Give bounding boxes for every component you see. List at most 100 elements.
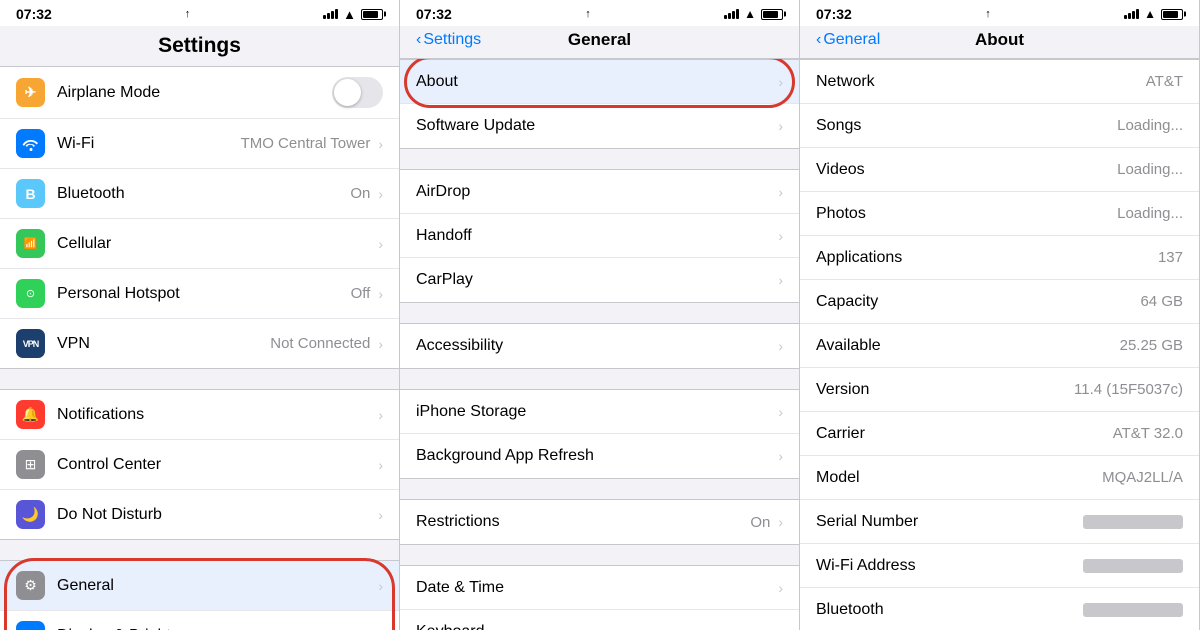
about-row-available: Available 25.25 GB <box>800 324 1199 368</box>
songs-label: Songs <box>816 117 861 135</box>
airdrop-chevron: › <box>778 184 783 200</box>
applications-value: 137 <box>1158 249 1183 266</box>
photos-value: Loading... <box>1117 205 1183 222</box>
general-row-accessibility[interactable]: Accessibility › <box>400 324 799 368</box>
about-row-carrier: Carrier AT&T 32.0 <box>800 412 1199 456</box>
status-icons-1: ▲ <box>323 7 383 22</box>
about-row-photos: Photos Loading... <box>800 192 1199 236</box>
cellular-chevron: › <box>378 236 383 252</box>
settings-row-cellular[interactable]: 📶 Cellular › <box>0 219 399 269</box>
notifications-icon: 🔔 <box>16 400 45 429</box>
settings-row-vpn[interactable]: VPN VPN Not Connected › <box>0 319 399 368</box>
status-bar-3: 07:32 ↑ ▲ <box>800 0 1199 26</box>
wifi-address-label: Wi-Fi Address <box>816 557 916 575</box>
general-content: General <box>57 577 378 595</box>
wifi-icon-1: ▲ <box>343 7 356 22</box>
notifications-right: › <box>378 407 383 423</box>
general-page-title: General <box>568 30 631 50</box>
status-bar-1: 07:32 ↑ ▲ <box>0 0 399 26</box>
version-value: 11.4 (15F5037c) <box>1074 381 1183 398</box>
keyboard-label: Keyboard <box>416 623 778 630</box>
settings-row-control-center[interactable]: ⊞ Control Center › <box>0 440 399 490</box>
bluetooth-value: On <box>350 185 370 202</box>
settings-row-wifi[interactable]: Wi-Fi TMO Central Tower › <box>0 119 399 169</box>
dnd-label: Do Not Disturb <box>57 506 378 524</box>
handoff-label: Handoff <box>416 227 778 245</box>
settings-row-hotspot[interactable]: ⊙ Personal Hotspot Off › <box>0 269 399 319</box>
dnd-chevron: › <box>378 507 383 523</box>
general-row-iphone-storage[interactable]: iPhone Storage › <box>400 390 799 434</box>
general-row-keyboard[interactable]: Keyboard › <box>400 610 799 630</box>
about-row-version: Version 11.4 (15F5037c) <box>800 368 1199 412</box>
general-row-restrictions[interactable]: Restrictions On › <box>400 500 799 544</box>
general-chevron: › <box>378 578 383 594</box>
general-row-about[interactable]: About › <box>400 60 799 104</box>
general-row-carplay[interactable]: CarPlay › <box>400 258 799 302</box>
settings-list[interactable]: ✈ Airplane Mode Wi-Fi TMO Central Tower <box>0 66 399 630</box>
signal-icon-1 <box>323 9 338 19</box>
settings-row-airplane[interactable]: ✈ Airplane Mode <box>0 67 399 119</box>
wifi-value: TMO Central Tower <box>241 135 371 152</box>
back-to-general[interactable]: ‹ General <box>816 31 880 49</box>
handoff-chevron: › <box>778 228 783 244</box>
capacity-label: Capacity <box>816 293 878 311</box>
hotspot-chevron: › <box>378 286 383 302</box>
hotspot-content: Personal Hotspot <box>57 285 351 303</box>
background-refresh-chevron: › <box>778 448 783 464</box>
about-row-capacity: Capacity 64 GB <box>800 280 1199 324</box>
airdrop-label: AirDrop <box>416 183 778 201</box>
back-to-settings[interactable]: ‹ Settings <box>416 31 481 49</box>
settings-group-network: ✈ Airplane Mode Wi-Fi TMO Central Tower <box>0 66 399 369</box>
general-row-date-time[interactable]: Date & Time › <box>400 566 799 610</box>
bluetooth-redacted <box>1083 603 1183 617</box>
settings-row-notifications[interactable]: 🔔 Notifications › <box>0 390 399 440</box>
wifi-icon-2: ▲ <box>744 7 756 21</box>
back-chevron-icon-2: ‹ <box>816 31 821 49</box>
vpn-right: Not Connected › <box>270 335 383 352</box>
general-row-software-update[interactable]: Software Update › <box>400 104 799 148</box>
general-right: › <box>378 578 383 594</box>
bluetooth-icon: B <box>16 179 45 208</box>
general-row-airdrop[interactable]: AirDrop › <box>400 170 799 214</box>
general-label: General <box>57 577 378 595</box>
about-list[interactable]: Network AT&T Songs Loading... Videos Loa… <box>800 59 1199 630</box>
about-row-network: Network AT&T <box>800 60 1199 104</box>
display-icon: AA <box>16 621 45 630</box>
wifi-right: TMO Central Tower › <box>241 135 383 152</box>
control-center-label: Control Center <box>57 456 378 474</box>
available-label: Available <box>816 337 881 355</box>
airplane-toggle[interactable] <box>332 77 383 108</box>
control-center-icon: ⊞ <box>16 450 45 479</box>
dnd-content: Do Not Disturb <box>57 506 378 524</box>
settings-row-general[interactable]: ⚙ General › <box>0 561 399 611</box>
general-row-background-refresh[interactable]: Background App Refresh › <box>400 434 799 478</box>
settings-row-bluetooth[interactable]: B Bluetooth On › <box>0 169 399 219</box>
battery-icon-3 <box>1161 9 1183 20</box>
iphone-storage-chevron: › <box>778 404 783 420</box>
capacity-value: 64 GB <box>1140 293 1183 310</box>
applications-label: Applications <box>816 249 902 267</box>
vpn-content: VPN <box>57 335 270 353</box>
software-update-label: Software Update <box>416 117 778 135</box>
date-time-chevron: › <box>778 580 783 596</box>
settings-row-dnd[interactable]: 🌙 Do Not Disturb › <box>0 490 399 539</box>
general-list[interactable]: About › Software Update › AirDrop › Hand… <box>400 59 799 630</box>
carrier-value: AT&T 32.0 <box>1113 425 1183 442</box>
general-group-accessibility: Accessibility › <box>400 323 799 369</box>
carrier-label: Carrier <box>816 425 865 443</box>
settings-row-display[interactable]: AA Display & Brightness › <box>0 611 399 630</box>
time-1: 07:32 <box>16 6 52 22</box>
about-label: About <box>416 73 778 91</box>
hotspot-label: Personal Hotspot <box>57 285 351 303</box>
videos-value: Loading... <box>1117 161 1183 178</box>
status-icons-3: ▲ <box>1124 7 1183 21</box>
general-row-handoff[interactable]: Handoff › <box>400 214 799 258</box>
back-label-2: General <box>823 31 880 49</box>
restrictions-value: On <box>750 514 770 531</box>
back-label: Settings <box>423 31 481 49</box>
control-center-content: Control Center <box>57 456 378 474</box>
available-value: 25.25 GB <box>1120 337 1183 354</box>
date-time-label: Date & Time <box>416 579 778 597</box>
about-row-songs: Songs Loading... <box>800 104 1199 148</box>
arrow-icon-3: ↑ <box>985 8 991 20</box>
